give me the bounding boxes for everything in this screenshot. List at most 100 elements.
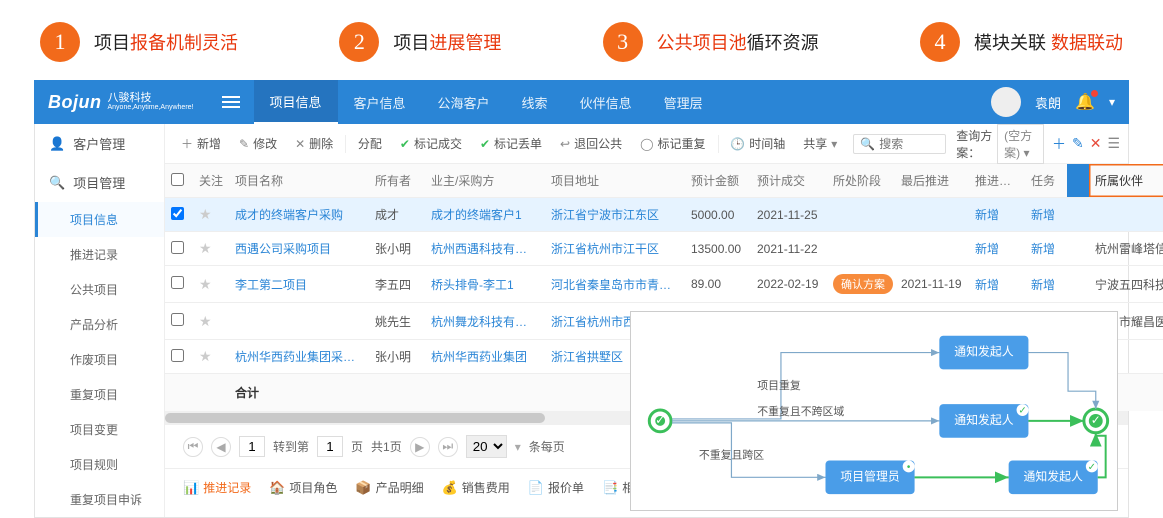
sidebar-item-void[interactable]: 作废项目	[35, 342, 164, 377]
cell-buyer[interactable]: 杭州西遇科技有限公司	[425, 232, 545, 266]
search-input-wrap[interactable]: 🔍	[853, 134, 946, 154]
delete-button[interactable]: ✕删除	[287, 131, 341, 156]
tab-public-customer[interactable]: 公海客户	[422, 80, 506, 124]
col-partner[interactable]: 所属伙伴	[1089, 164, 1163, 198]
col-buyer[interactable]: 业主/采购方	[425, 164, 545, 198]
col-owner[interactable]: 所有者	[369, 164, 425, 198]
mark-lose-button[interactable]: ✔标记丢单	[472, 131, 550, 156]
plus-icon[interactable]: ＋	[1052, 134, 1066, 154]
col-amount[interactable]: 预计金额	[685, 164, 751, 198]
row-checkbox[interactable]	[171, 207, 184, 220]
mark-dup-button[interactable]: ◯标记重复	[632, 131, 713, 156]
cell-push[interactable]: 新增	[969, 232, 1025, 266]
subtab-roles[interactable]: 🏠项目角色	[269, 479, 337, 496]
col-x[interactable]	[1067, 164, 1089, 198]
menu-icon[interactable]	[222, 96, 240, 108]
cell-push[interactable]: 新增	[969, 198, 1025, 232]
next-page-button[interactable]: ▶	[410, 437, 430, 457]
cell-project-name[interactable]: 李工第二项目	[229, 266, 369, 303]
logo[interactable]: Bojun 八骏科技 Anyone,Anytime,Anywhere!	[34, 92, 208, 113]
col-deal[interactable]: 预计成交	[751, 164, 827, 198]
cell-task[interactable]: 新增	[1025, 198, 1067, 232]
table-row[interactable]: ★成才的终端客户采购成才成才的终端客户1浙江省宁波市江东区5000.002021…	[165, 198, 1163, 232]
sidebar-item-appeal[interactable]: 重复项目申诉	[35, 482, 164, 517]
sidebar-item-rules[interactable]: 项目规则	[35, 447, 164, 482]
star-icon[interactable]: ★	[199, 206, 212, 222]
col-push[interactable]: 推进阶段	[969, 164, 1025, 198]
tab-customer-info[interactable]: 客户信息	[338, 80, 422, 124]
cell-project-name[interactable]: 成才的终端客户采购	[229, 198, 369, 232]
close-icon[interactable]: ✕	[1090, 135, 1102, 152]
col-stage[interactable]: 所处阶段	[827, 164, 895, 198]
cell-addr[interactable]: 浙江省宁波市江东区	[545, 198, 685, 232]
star-icon[interactable]: ★	[199, 276, 212, 292]
sidebar-item-public[interactable]: 公共项目	[35, 272, 164, 307]
cell-project-name[interactable]: 杭州华西药业集团采购项目	[229, 340, 369, 374]
select-all-checkbox[interactable]	[171, 173, 184, 186]
chevron-down-icon[interactable]: ▾	[1109, 95, 1115, 109]
cell-project-name[interactable]	[229, 303, 369, 340]
col-task[interactable]: 任务	[1025, 164, 1067, 198]
cell-owner: 李五四	[369, 266, 425, 303]
first-page-button[interactable]: ⏮	[183, 437, 203, 457]
col-last[interactable]: 最后推进	[895, 164, 969, 198]
cell-addr[interactable]: 浙江省杭州市江干区	[545, 232, 685, 266]
scheme-select[interactable]: (空方案) ▾	[997, 124, 1044, 164]
scroll-thumb[interactable]	[165, 413, 545, 423]
bell-icon[interactable]: 🔔	[1075, 92, 1095, 112]
last-page-button[interactable]: ⏭	[438, 437, 458, 457]
row-checkbox[interactable]	[171, 349, 184, 362]
sidebar-item-project-info[interactable]: 项目信息	[35, 202, 164, 237]
cell-task[interactable]: 新增	[1025, 232, 1067, 266]
subtab-products[interactable]: 📦产品明细	[355, 479, 423, 496]
star-icon[interactable]: ★	[199, 240, 212, 256]
col-name[interactable]: 项目名称	[229, 164, 369, 198]
col-addr[interactable]: 项目地址	[545, 164, 685, 198]
col-checkbox[interactable]	[165, 164, 193, 198]
col-star[interactable]: 关注	[193, 164, 229, 198]
share-button[interactable]: 共享 ▾	[795, 131, 845, 156]
mark-deal-button[interactable]: ✔标记成交	[392, 131, 470, 156]
goto-input[interactable]	[317, 436, 343, 457]
sidebar-item-duplicate[interactable]: 重复项目	[35, 377, 164, 412]
cell-push[interactable]: 新增	[969, 266, 1025, 303]
avatar[interactable]	[991, 87, 1021, 117]
table-row[interactable]: ★西遇公司采购项目张小明杭州西遇科技有限公司浙江省杭州市江干区13500.002…	[165, 232, 1163, 266]
prev-page-button[interactable]: ◀	[211, 437, 231, 457]
add-button[interactable]: ＋新增	[173, 131, 229, 156]
cell-task[interactable]: 新增	[1025, 266, 1067, 303]
sidebar-group-project[interactable]: 🔍 项目管理	[35, 163, 164, 202]
subtab-quote[interactable]: 📄报价单	[528, 479, 584, 496]
sidebar-group-customer[interactable]: 👤 客户管理	[35, 124, 164, 163]
edit-icon[interactable]: ✎	[1072, 135, 1084, 152]
cell-buyer[interactable]: 杭州舞龙科技有限公司	[425, 303, 545, 340]
page-input[interactable]	[239, 436, 265, 457]
tab-management[interactable]: 管理层	[648, 80, 719, 124]
timeline-button[interactable]: 🕒时间轴	[722, 131, 793, 156]
tab-partner-info[interactable]: 伙伴信息	[564, 80, 648, 124]
list-icon[interactable]: ☰	[1107, 135, 1120, 152]
cell-project-name[interactable]: 西遇公司采购项目	[229, 232, 369, 266]
return-public-button[interactable]: ↩退回公共	[552, 131, 630, 156]
subtab-cost[interactable]: 💰销售费用	[442, 479, 510, 496]
cell-addr[interactable]: 河北省秦皇岛市市青龙满族...	[545, 266, 685, 303]
subtab-progress[interactable]: 📊推进记录	[183, 479, 251, 496]
sidebar-item-change[interactable]: 项目变更	[35, 412, 164, 447]
table-row[interactable]: ★李工第二项目李五四桥头排骨-李工1河北省秦皇岛市市青龙满族...89.0020…	[165, 266, 1163, 303]
row-checkbox[interactable]	[171, 313, 184, 326]
cell-buyer[interactable]: 桥头排骨-李工1	[425, 266, 545, 303]
sidebar-item-analysis[interactable]: 产品分析	[35, 307, 164, 342]
cell-buyer[interactable]: 杭州华西药业集团	[425, 340, 545, 374]
edit-button[interactable]: ✎修改	[231, 131, 285, 156]
sidebar-item-progress[interactable]: 推进记录	[35, 237, 164, 272]
page-size-select[interactable]: 20	[466, 435, 507, 458]
row-checkbox[interactable]	[171, 276, 184, 289]
assign-button[interactable]: 分配	[350, 131, 390, 156]
cell-buyer[interactable]: 成才的终端客户1	[425, 198, 545, 232]
tab-leads[interactable]: 线索	[506, 80, 564, 124]
row-checkbox[interactable]	[171, 241, 184, 254]
star-icon[interactable]: ★	[199, 313, 212, 329]
star-icon[interactable]: ★	[199, 348, 212, 364]
search-input[interactable]	[879, 137, 939, 151]
tab-project-info[interactable]: 项目信息	[254, 80, 338, 124]
